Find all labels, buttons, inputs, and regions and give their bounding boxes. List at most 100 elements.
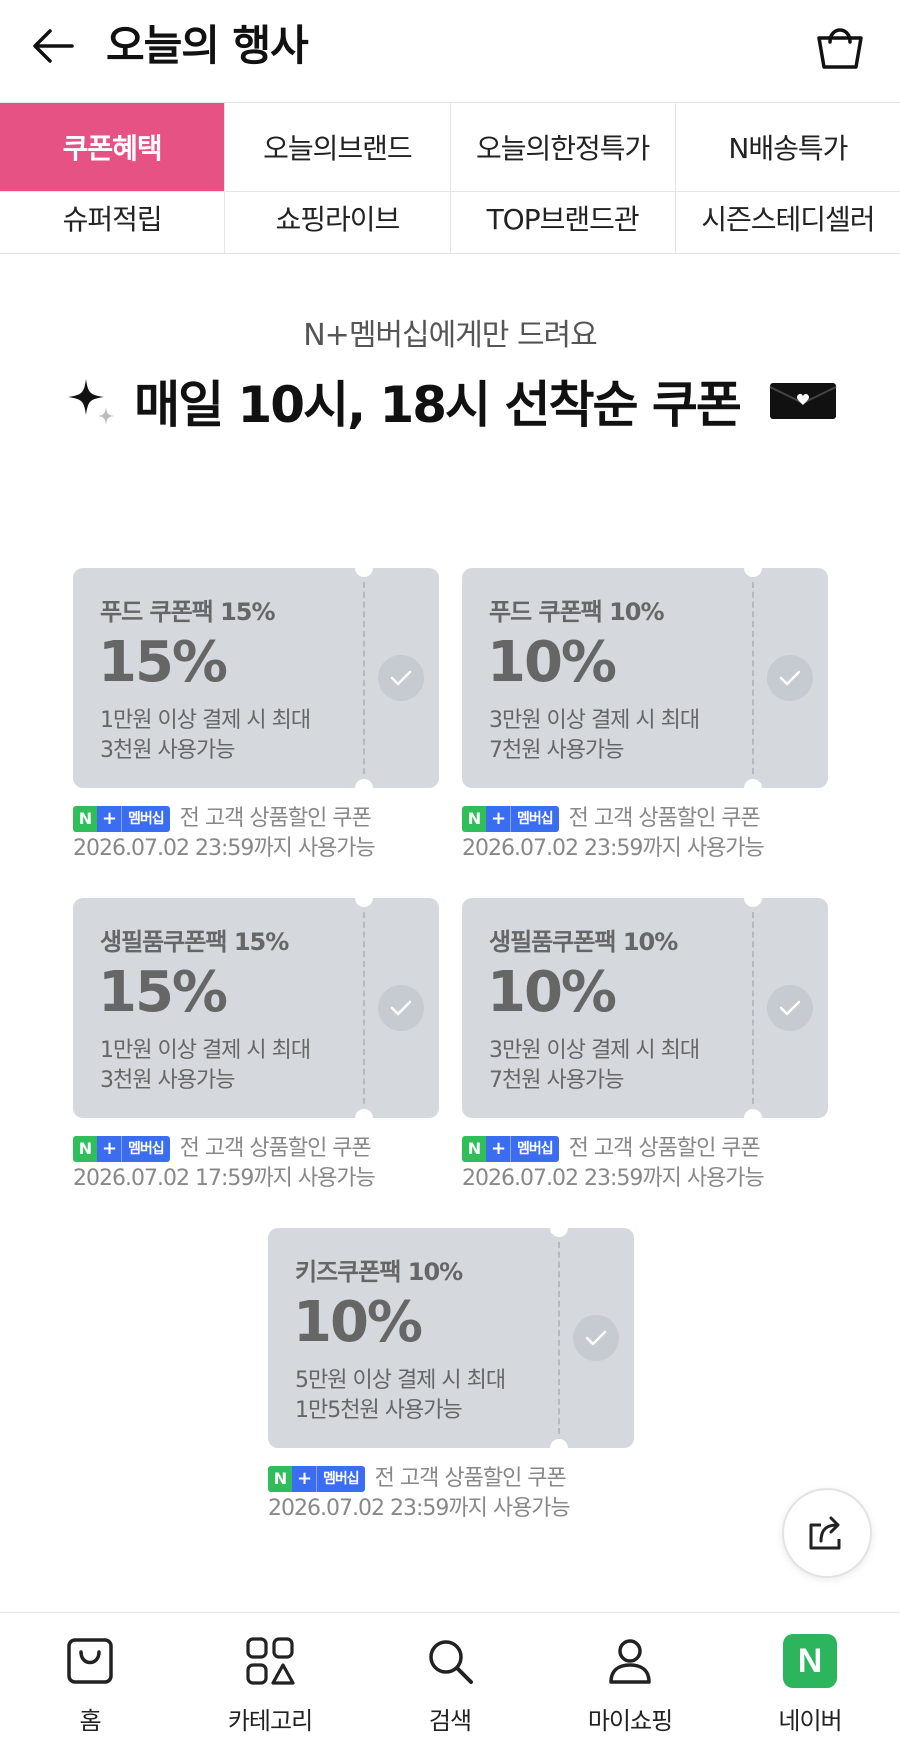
download-check-button[interactable] bbox=[378, 985, 424, 1031]
header: 오늘의 행사 bbox=[0, 0, 900, 92]
person-icon bbox=[602, 1633, 658, 1689]
nav-label: 검색 bbox=[428, 1707, 472, 1735]
coupon-target-line: N + 멤버십 전 고객 상품할인 쿠폰 bbox=[73, 804, 439, 834]
tab-super-points[interactable]: 슈퍼적립 bbox=[0, 192, 226, 253]
badge-membership: 멤버십 bbox=[316, 1466, 365, 1492]
coupon-target: 전 고객 상품할인 쿠폰 bbox=[568, 806, 761, 831]
nav-label: 카테고리 bbox=[227, 1707, 313, 1735]
coupon-expiry: 2026.07.02 23:59까지 사용가능 bbox=[73, 836, 376, 861]
ticket-divider bbox=[558, 1242, 560, 1434]
ticket-notch bbox=[744, 779, 762, 788]
nav-search[interactable]: 검색 bbox=[360, 1613, 540, 1758]
nav-naver[interactable]: N 네이버 bbox=[720, 1613, 900, 1758]
coupon-desc-line-1: 5만원 이상 결제 시 최대 bbox=[295, 1368, 506, 1393]
coupon-name: 푸드 쿠폰팩 15% bbox=[100, 598, 276, 626]
download-check-button[interactable] bbox=[378, 655, 424, 701]
download-check-button[interactable] bbox=[573, 1315, 619, 1361]
badge-plus: + bbox=[486, 806, 510, 832]
coupon-meta: N + 멤버십 전 고객 상품할인 쿠폰 2026.07.02 17:59까지 … bbox=[73, 1134, 439, 1194]
badge-plus: + bbox=[97, 806, 121, 832]
ticket-divider bbox=[363, 582, 365, 774]
coupon-target-line: N + 멤버십 전 고객 상품할인 쿠폰 bbox=[462, 1134, 828, 1164]
ticket-notch bbox=[355, 898, 373, 907]
coupon-ticket[interactable]: 생필품쿠폰팩 10% 10% 3만원 이상 결제 시 최대 7천원 사용가능 bbox=[462, 898, 828, 1118]
nav-home[interactable]: 홈 bbox=[0, 1613, 180, 1758]
coupon-target: 전 고객 상품할인 쿠폰 bbox=[179, 1136, 372, 1161]
promo-heading: 매일 10시, 18시 선착순 쿠폰 bbox=[0, 365, 900, 437]
coupon-card-4: 생필품쿠폰팩 10% 10% 3만원 이상 결제 시 최대 7천원 사용가능 N… bbox=[462, 898, 828, 1194]
tab-top-brand[interactable]: TOP브랜드관 bbox=[451, 192, 676, 253]
ticket-notch bbox=[744, 1109, 762, 1118]
ticket-notch bbox=[550, 1228, 568, 1237]
back-button[interactable] bbox=[28, 22, 78, 70]
shopping-bag-icon bbox=[817, 28, 863, 69]
category-icon bbox=[242, 1633, 298, 1689]
coupon-card-2: 푸드 쿠폰팩 10% 10% 3만원 이상 결제 시 최대 7천원 사용가능 N… bbox=[462, 568, 828, 864]
coupon-desc-line-1: 3만원 이상 결제 시 최대 bbox=[489, 708, 700, 733]
coupon-name: 생필품쿠폰팩 15% bbox=[100, 928, 289, 956]
tab-season-steady[interactable]: 시즌스테디셀러 bbox=[676, 192, 900, 253]
promo-title: 매일 10시, 18시 선착순 쿠폰 bbox=[134, 376, 742, 434]
check-icon bbox=[779, 670, 801, 686]
membership-badge: N + 멤버십 bbox=[462, 806, 559, 832]
nav-label: 네이버 bbox=[778, 1707, 842, 1735]
share-button[interactable] bbox=[782, 1488, 872, 1578]
ticket-notch bbox=[550, 1439, 568, 1448]
ticket-notch bbox=[744, 898, 762, 907]
tab-coupon-benefits[interactable]: 쿠폰혜택 bbox=[0, 103, 226, 191]
coupon-expiry: 2026.07.02 17:59까지 사용가능 bbox=[73, 1166, 376, 1191]
badge-n: N bbox=[73, 1136, 97, 1162]
tab-row-2: 슈퍼적립 쇼핑라이브 TOP브랜드관 시즌스테디셀러 bbox=[0, 192, 900, 254]
coupon-desc-line-2: 3천원 사용가능 bbox=[100, 1068, 235, 1093]
membership-badge: N + 멤버십 bbox=[462, 1136, 559, 1162]
tab-row-1: 쿠폰혜택 오늘의브랜드 오늘의한정특가 N배송특가 bbox=[0, 102, 900, 192]
coupon-target: 전 고객 상품할인 쿠폰 bbox=[179, 806, 372, 831]
membership-badge: N + 멤버십 bbox=[73, 1136, 170, 1162]
bottom-nav: 홈 카테고리 검색 마이쇼핑 N 네이버 bbox=[0, 1612, 900, 1758]
coupon-meta: N + 멤버십 전 고객 상품할인 쿠폰 2026.07.02 23:59까지 … bbox=[462, 804, 828, 864]
check-icon bbox=[390, 670, 412, 686]
ticket-notch bbox=[355, 779, 373, 788]
badge-n: N bbox=[268, 1466, 292, 1492]
coupon-card-3: 생필품쿠폰팩 15% 15% 1만원 이상 결제 시 최대 3천원 사용가능 N… bbox=[73, 898, 439, 1194]
coupon-target-line: N + 멤버십 전 고객 상품할인 쿠폰 bbox=[73, 1134, 439, 1164]
ticket-divider bbox=[752, 582, 754, 774]
coupon-desc-line-2: 7천원 사용가능 bbox=[489, 738, 624, 763]
ticket-divider bbox=[363, 912, 365, 1104]
badge-plus: + bbox=[97, 1136, 121, 1162]
nav-category[interactable]: 카테고리 bbox=[180, 1613, 360, 1758]
coupon-ticket[interactable]: 푸드 쿠폰팩 15% 15% 1만원 이상 결제 시 최대 3천원 사용가능 bbox=[73, 568, 439, 788]
naver-logo-icon: N bbox=[782, 1633, 838, 1689]
coupon-desc-line-1: 1만원 이상 결제 시 최대 bbox=[100, 1038, 311, 1063]
badge-membership: 멤버십 bbox=[121, 806, 170, 832]
ticket-notch bbox=[355, 1109, 373, 1118]
category-tabs: 쿠폰혜택 오늘의브랜드 오늘의한정특가 N배송특가 슈퍼적립 쇼핑라이브 TOP… bbox=[0, 102, 900, 254]
coupon-percent: 15% bbox=[98, 960, 228, 1025]
tab-today-limited[interactable]: 오늘의한정특가 bbox=[451, 103, 676, 191]
badge-membership: 멤버십 bbox=[510, 1136, 559, 1162]
download-check-button[interactable] bbox=[767, 985, 813, 1031]
coupon-ticket[interactable]: 푸드 쿠폰팩 10% 10% 3만원 이상 결제 시 최대 7천원 사용가능 bbox=[462, 568, 828, 788]
coupon-desc-line-1: 1만원 이상 결제 시 최대 bbox=[100, 708, 311, 733]
coupon-meta: N + 멤버십 전 고객 상품할인 쿠폰 2026.07.02 23:59까지 … bbox=[73, 804, 439, 864]
coupon-description: 5만원 이상 결제 시 최대 1만5천원 사용가능 bbox=[295, 1366, 506, 1426]
coupon-percent: 10% bbox=[487, 960, 617, 1025]
badge-plus: + bbox=[292, 1466, 316, 1492]
coupon-ticket[interactable]: 생필품쿠폰팩 15% 15% 1만원 이상 결제 시 최대 3천원 사용가능 bbox=[73, 898, 439, 1118]
cart-button[interactable] bbox=[812, 18, 868, 74]
coupon-target-line: N + 멤버십 전 고객 상품할인 쿠폰 bbox=[462, 804, 828, 834]
check-icon bbox=[585, 1330, 607, 1346]
coupon-target: 전 고객 상품할인 쿠폰 bbox=[374, 1466, 567, 1491]
coupon-ticket[interactable]: 키즈쿠폰팩 10% 10% 5만원 이상 결제 시 최대 1만5천원 사용가능 bbox=[268, 1228, 634, 1448]
nav-my-shopping[interactable]: 마이쇼핑 bbox=[540, 1613, 720, 1758]
envelope-heart-icon bbox=[769, 383, 837, 419]
check-icon bbox=[779, 1000, 801, 1016]
download-check-button[interactable] bbox=[767, 655, 813, 701]
coupon-name: 생필품쿠폰팩 10% bbox=[489, 928, 678, 956]
coupon-percent: 10% bbox=[293, 1290, 423, 1355]
coupon-desc-line-2: 1만5천원 사용가능 bbox=[295, 1398, 463, 1423]
tab-today-brand[interactable]: 오늘의브랜드 bbox=[225, 103, 451, 191]
coupon-percent: 15% bbox=[98, 630, 228, 695]
tab-n-delivery[interactable]: N배송특가 bbox=[676, 103, 900, 191]
tab-shopping-live[interactable]: 쇼핑라이브 bbox=[225, 192, 451, 253]
